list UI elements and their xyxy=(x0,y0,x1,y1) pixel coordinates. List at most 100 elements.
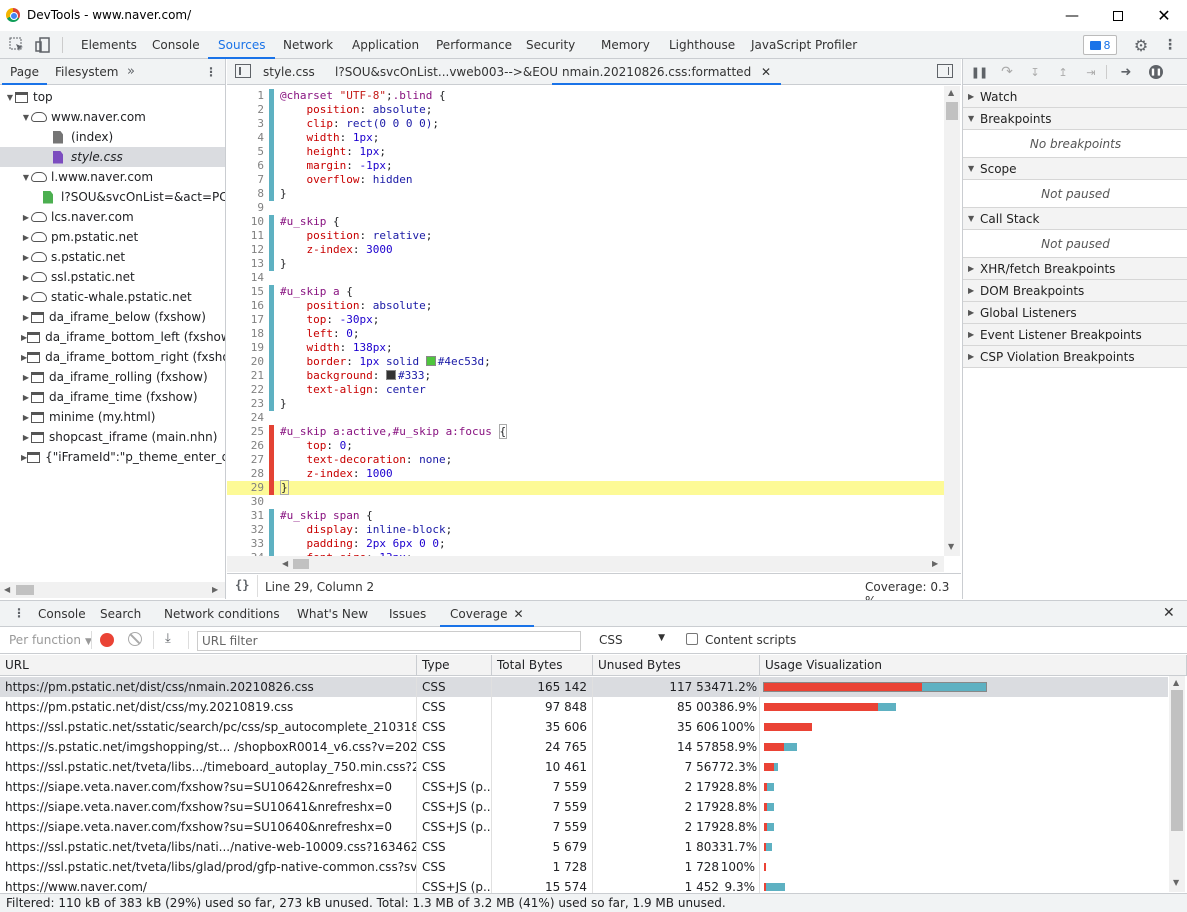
issues-badge[interactable]: 8 xyxy=(1083,35,1117,55)
code-line[interactable]: 32 display: inline-block; xyxy=(227,523,944,537)
line-number[interactable]: 5 xyxy=(227,145,264,159)
pause-icon[interactable]: ❚❚ xyxy=(970,63,988,81)
tab-application[interactable]: Application xyxy=(342,31,429,59)
code-line[interactable]: 28 z-index: 1000 xyxy=(227,467,944,481)
device-toolbar-icon[interactable] xyxy=(34,36,52,54)
scroll-left-arrow-icon[interactable]: ◀ xyxy=(282,559,288,568)
tree-item-iframeid-p-theme-enter-div-t[interactable]: ▶{"iFrameId":"p_theme_enter_div_t xyxy=(0,447,225,467)
line-number[interactable]: 18 xyxy=(227,327,264,341)
line-number[interactable]: 12 xyxy=(227,243,264,257)
code-line[interactable]: 18 left: 0; xyxy=(227,327,944,341)
line-number[interactable]: 26 xyxy=(227,439,264,453)
content-scripts-checkbox[interactable] xyxy=(686,633,698,645)
line-number[interactable]: 1 xyxy=(227,89,264,103)
code-line[interactable]: 13} xyxy=(227,257,944,271)
tree-item-l-www-naver-com[interactable]: ▼ l.www.naver.com xyxy=(0,167,225,187)
maximize-button[interactable] xyxy=(1095,0,1141,31)
code-line[interactable]: 27 text-decoration: none; xyxy=(227,453,944,467)
code-line[interactable]: 6 margin: -1px; xyxy=(227,159,944,173)
step-out-icon[interactable]: ↥ xyxy=(1054,63,1072,81)
type-filter-select[interactable]: CSS ▼ xyxy=(599,633,665,647)
line-number[interactable]: 24 xyxy=(227,411,264,425)
close-window-button[interactable]: ✕ xyxy=(1141,0,1187,31)
scrollbar-thumb[interactable] xyxy=(1171,690,1183,831)
column-header-usage-visualization[interactable]: Usage Visualization xyxy=(760,655,1187,676)
toggle-debugger-icon[interactable] xyxy=(937,64,953,78)
more-options-icon[interactable]: ⋮ xyxy=(1161,36,1179,54)
tree-item-static-whale-pstatic-net[interactable]: ▶ static-whale.pstatic.net xyxy=(0,287,225,307)
line-number[interactable]: 27 xyxy=(227,453,264,467)
navigator-menu-icon[interactable]: ⋮ xyxy=(197,59,225,85)
expand-right-arrow-icon[interactable]: ▶ xyxy=(21,233,31,242)
coverage-vertical-scrollbar[interactable]: ▲ ▼ xyxy=(1169,676,1185,892)
expand-right-arrow-icon[interactable]: ▶ xyxy=(21,433,31,442)
section-scope[interactable]: ▼ Scope xyxy=(963,158,1187,180)
line-number[interactable]: 11 xyxy=(227,229,264,243)
expand-right-arrow-icon[interactable]: ▶ xyxy=(21,413,31,422)
column-header-type[interactable]: Type xyxy=(417,655,492,676)
line-number[interactable]: 2 xyxy=(227,103,264,117)
code-line[interactable]: 22 text-align: center xyxy=(227,383,944,397)
tab-console[interactable]: Console xyxy=(142,31,210,59)
step-into-icon[interactable]: ↧ xyxy=(1026,63,1044,81)
coverage-mode-select[interactable]: Per function ▼ xyxy=(9,633,92,647)
tab-filesystem[interactable]: Filesystem xyxy=(47,59,126,85)
tab-lsou[interactable]: l?SOU&svcOnList...vweb003-->&EOU xyxy=(325,59,568,85)
expand-right-arrow-icon[interactable]: ▶ xyxy=(21,373,31,382)
code-line[interactable]: 12 z-index: 3000 xyxy=(227,243,944,257)
expand-down-arrow-icon[interactable]: ▼ xyxy=(21,173,31,182)
line-number[interactable]: 13 xyxy=(227,257,264,271)
section-global-listeners[interactable]: ▶ Global Listeners xyxy=(963,302,1187,324)
code-line[interactable]: 26 top: 0; xyxy=(227,439,944,453)
tree-item-da-iframe-below-fxshow[interactable]: ▶ da_iframe_below (fxshow) xyxy=(0,307,225,327)
coverage-row[interactable]: https://s.pstatic.net/imgshopping/st... … xyxy=(0,737,1168,757)
scrollbar-thumb[interactable] xyxy=(946,102,958,120)
scroll-left-arrow-icon[interactable]: ◀ xyxy=(4,585,10,594)
close-drawer-icon[interactable]: ✕ xyxy=(1163,605,1175,621)
expand-right-arrow-icon[interactable]: ▶ xyxy=(21,253,31,262)
tree-item-lcs-naver-com[interactable]: ▶ lcs.naver.com xyxy=(0,207,225,227)
code-line[interactable]: 9 xyxy=(227,201,944,215)
drawer-menu-icon[interactable]: ⋮ xyxy=(13,606,25,620)
tree-item-pm-pstatic-net[interactable]: ▶ pm.pstatic.net xyxy=(0,227,225,247)
tree-item-da-iframe-bottom-left-fxshow[interactable]: ▶ da_iframe_bottom_left (fxshow) xyxy=(0,327,225,347)
tree-item-da-iframe-bottom-right-fxshow[interactable]: ▶ da_iframe_bottom_right (fxshow) xyxy=(0,347,225,367)
line-number[interactable]: 21 xyxy=(227,369,264,383)
tree-item-style-css[interactable]: style.css xyxy=(0,147,225,167)
line-number[interactable]: 15 xyxy=(227,285,264,299)
tab-elements[interactable]: Elements xyxy=(71,31,147,59)
editor-vertical-scrollbar[interactable]: ▲ ▼ xyxy=(944,86,960,556)
clear-icon[interactable] xyxy=(128,632,142,646)
scroll-right-arrow-icon[interactable]: ▶ xyxy=(212,585,218,594)
export-download-icon[interactable]: ⤓ xyxy=(165,631,171,646)
code-line[interactable]: 31 #u_skip span { xyxy=(227,509,944,523)
code-editor[interactable]: 1 @charset "UTF-8";.blind {2 position: ab… xyxy=(227,86,944,556)
scroll-up-arrow-icon[interactable]: ▲ xyxy=(1173,678,1179,687)
pretty-print-icon[interactable]: {} xyxy=(235,578,249,592)
code-line[interactable]: 15 #u_skip a { xyxy=(227,285,944,299)
tab-security[interactable]: Security xyxy=(516,31,585,59)
close-tab-icon[interactable]: ✕ xyxy=(761,65,771,79)
scroll-right-arrow-icon[interactable]: ▶ xyxy=(932,559,938,568)
tree-item-minime-my-html[interactable]: ▶ minime (my.html) xyxy=(0,407,225,427)
code-line[interactable]: 29} xyxy=(227,480,944,495)
line-number[interactable]: 31 xyxy=(227,509,264,523)
section-xhr-fetch-breakpoints[interactable]: ▶ XHR/fetch Breakpoints xyxy=(963,258,1187,280)
line-number[interactable]: 14 xyxy=(227,271,264,285)
line-number[interactable]: 20 xyxy=(227,355,264,369)
tab-nmain-formatted[interactable]: nmain.20210826.css:formatted ✕ xyxy=(552,59,782,85)
line-number[interactable]: 6 xyxy=(227,159,264,173)
settings-gear-icon[interactable]: ⚙ xyxy=(1132,36,1150,55)
code-line[interactable]: 7 overflow: hidden xyxy=(227,173,944,187)
tree-item-shopcast-iframe-main-nhn[interactable]: ▶ shopcast_iframe (main.nhn) xyxy=(0,427,225,447)
coverage-row[interactable]: https://siape.veta.naver.com/fxshow?su=S… xyxy=(0,817,1168,837)
scrollbar-thumb[interactable] xyxy=(16,585,34,595)
tab-page[interactable]: Page xyxy=(2,59,48,85)
line-number[interactable]: 33 xyxy=(227,537,264,551)
line-number[interactable]: 7 xyxy=(227,173,264,187)
drawer-tab-console[interactable]: Console xyxy=(28,601,96,627)
line-number[interactable]: 3 xyxy=(227,117,264,131)
drawer-tab-coverage[interactable]: Coverage ✕ xyxy=(440,601,534,627)
drawer-tab-search[interactable]: Search xyxy=(90,601,151,627)
scroll-down-arrow-icon[interactable]: ▼ xyxy=(948,542,954,551)
